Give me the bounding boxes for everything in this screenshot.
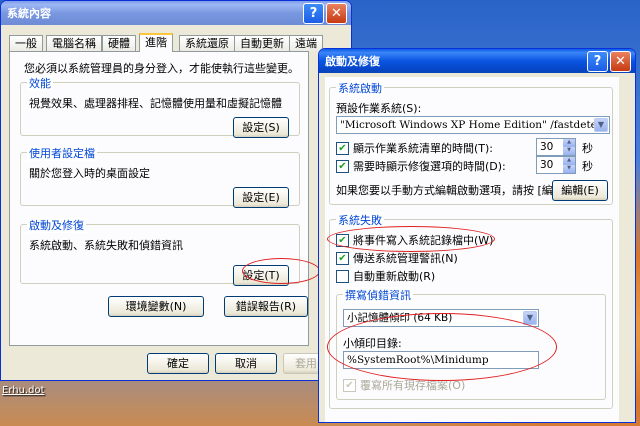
error-reporting-button[interactable]: 錯誤報告(R) [224,296,308,317]
system-failure-group-title: 系統失敗 [336,212,384,228]
tab-advanced[interactable]: 進階 [139,33,173,52]
tab-automatic-updates[interactable]: 自動更新 [234,35,290,51]
dump-type-dropdown[interactable]: 小記憶體傾印 (64 KB) ▼ [343,309,539,327]
system-failure-group: 系統失敗 ✔ 將事件寫入系統記錄檔中(W) ✔ 傳送系統管理警訊(N) 自動重新… [329,212,613,409]
show-recovery-checkbox[interactable]: ✔ 需要時顯示修復選項的時間(D): [336,158,506,174]
spin-buttons[interactable]: ▲ ▼ [563,139,575,155]
startup-recovery-group-title: 啟動及修復 [27,217,86,233]
environment-variables-button[interactable]: 環境變數(N) [108,296,204,317]
dialog-titlebar[interactable]: 啟動及修復 ? ✕ [319,49,635,73]
send-alert-label: 傳送系統管理警訊(N) [353,252,458,265]
show-recovery-seconds[interactable]: 30 ▲ ▼ [536,156,576,174]
dialog-title: 啟動及修復 [325,55,380,68]
send-alert-checkbox[interactable]: ✔ 傳送系統管理警訊(N) [336,250,458,266]
dump-dir-input[interactable]: %SystemRoot%\Minidump [343,351,539,369]
default-os-value: "Microsoft Windows XP Home Edition" /fas… [340,119,609,131]
write-event-checkbox[interactable]: ✔ 將事件寫入系統記錄檔中(W) [336,232,493,248]
performance-group-title: 效能 [27,75,53,91]
overwrite-label: 覆寫所有現存檔案(O) [360,379,466,392]
show-os-list-value: 30 [540,141,554,153]
checkmark-icon: ✔ [336,233,349,247]
system-properties-window: 系統內容 ? ✕ 一般 電腦名稱 硬體 進階 系統還原 自動更新 遠端 您必須以… [0,0,352,381]
tab-general[interactable]: 一般 [9,35,43,51]
auto-restart-label: 自動重新啟動(R) [353,270,436,283]
overwrite-checkbox[interactable]: ✔ 覆寫所有現存檔案(O) [343,377,465,393]
tab-hardware[interactable]: 硬體 [102,35,136,51]
edit-instructions: 如果您要以手動方式編輯啟動選項，請按 [編輯]。 [336,184,580,197]
admin-intro-text: 您必須以系統管理員的身分登入，才能使執行這些變更。 [24,62,299,75]
checkmark-icon: ✔ [336,159,349,173]
show-os-list-label: 顯示作業系統清單的時間(T): [353,142,494,155]
user-profiles-group: 使用者設定檔 關於您登入時的桌面設定 設定(E) [20,145,300,208]
show-os-list-seconds[interactable]: 30 ▲ ▼ [536,138,576,156]
desktop-icon-label[interactable]: Erhu.dot [2,385,45,396]
performance-settings-button[interactable]: 設定(S) [233,117,289,138]
tab-computer-name[interactable]: 電腦名稱 [46,35,102,51]
checkmark-icon: ✔ [336,251,349,265]
write-event-label: 將事件寫入系統記錄檔中(W) [353,234,494,247]
auto-restart-checkbox[interactable]: 自動重新啟動(R) [336,268,435,284]
performance-group: 效能 視覺效果、處理器排程、記憶體使用量和虛擬記憶體 設定(S) [20,75,300,138]
startup-recovery-group: 啟動及修復 系統啟動、系統失敗和偵錯資訊 設定(T) [20,217,300,286]
close-button[interactable]: ✕ [610,50,631,72]
chevron-down-icon[interactable]: ▼ [594,118,608,132]
performance-desc: 視覺效果、處理器排程、記憶體使用量和虛擬記憶體 [29,97,282,110]
system-properties-titlebar[interactable]: 系統內容 ? ✕ [1,1,351,25]
show-os-list-checkbox[interactable]: ✔ 顯示作業系統清單的時間(T): [336,140,493,156]
window-title: 系統內容 [7,7,51,20]
checkmark-icon: ✔ [343,378,356,392]
advanced-tab-panel: 您必須以系統管理員的身分登入，才能使執行這些變更。 效能 視覺效果、處理器排程、… [9,51,320,346]
checkmark-icon: ✔ [336,141,349,155]
seconds-unit-1: 秒 [582,142,593,155]
cancel-button[interactable]: 取消 [215,353,277,374]
help-button[interactable]: ? [587,50,608,72]
system-startup-group-title: 系統啟動 [336,80,384,96]
startup-recovery-dialog: 啟動及修復 ? ✕ 系統啟動 預設作業系統(S): "Microsoft Win… [318,48,636,423]
default-os-label: 預設作業系統(S): [336,102,422,115]
show-recovery-value: 30 [540,159,554,171]
help-button[interactable]: ? [303,2,324,24]
close-button[interactable]: ✕ [326,2,347,24]
user-profiles-settings-button[interactable]: 設定(E) [233,187,289,208]
user-profiles-group-title: 使用者設定檔 [27,145,97,161]
user-profiles-desc: 關於您登入時的桌面設定 [29,167,150,180]
seconds-unit-2: 秒 [582,160,593,173]
debug-info-group-title: 撰寫偵錯資訊 [343,287,413,303]
startup-recovery-desc: 系統啟動、系統失敗和偵錯資訊 [29,239,183,252]
default-os-dropdown[interactable]: "Microsoft Windows XP Home Edition" /fas… [336,116,610,134]
edit-button[interactable]: 編輯(E) [552,180,608,201]
debug-info-group: 撰寫偵錯資訊 小記憶體傾印 (64 KB) ▼ 小傾印目錄: %SystemRo… [336,287,606,400]
spin-buttons[interactable]: ▲ ▼ [563,157,575,173]
ok-button[interactable]: 確定 [147,353,209,374]
show-recovery-label: 需要時顯示修復選項的時間(D): [353,160,506,173]
dialog-panel: 系統啟動 預設作業系統(S): "Microsoft Windows XP Ho… [325,77,619,422]
tab-remote[interactable]: 遠端 [289,35,323,51]
startup-recovery-settings-button[interactable]: 設定(T) [233,265,289,286]
system-startup-group: 系統啟動 預設作業系統(S): "Microsoft Windows XP Ho… [329,80,613,205]
checkbox-empty-icon [336,269,349,283]
dump-type-value: 小記憶體傾印 (64 KB) [347,312,453,324]
dump-dir-label: 小傾印目錄: [343,337,402,350]
chevron-down-icon[interactable]: ▼ [523,311,537,325]
tab-system-restore[interactable]: 系統還原 [179,35,235,51]
